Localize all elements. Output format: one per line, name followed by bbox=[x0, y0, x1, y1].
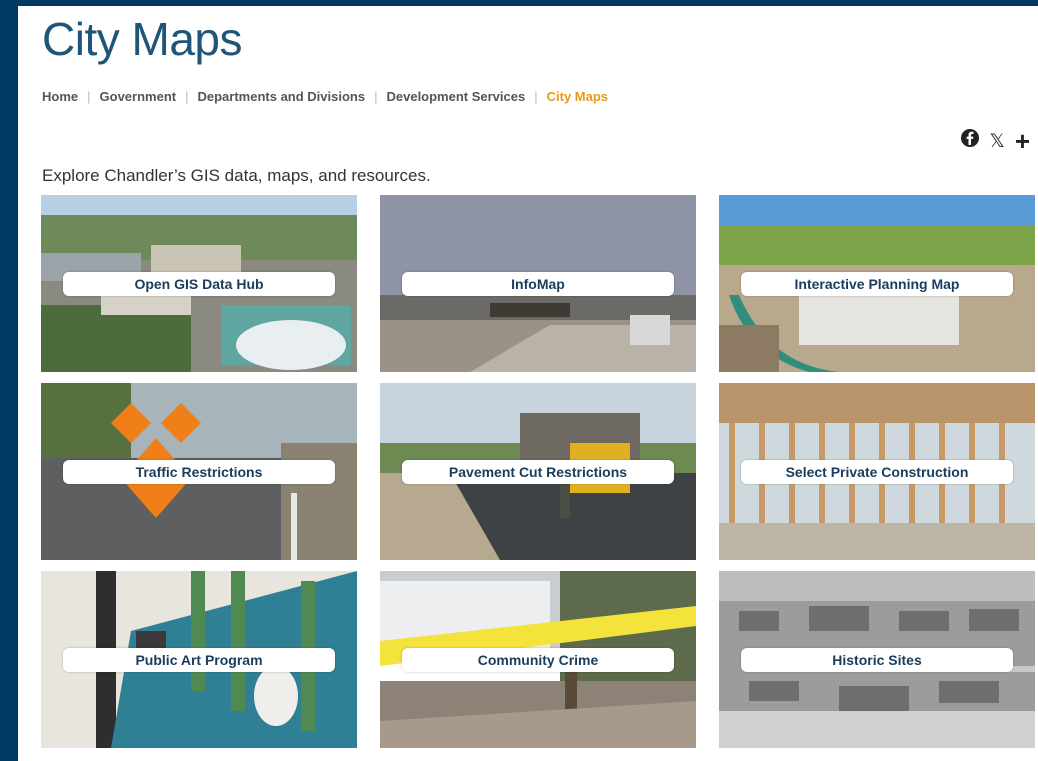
tile-label: Interactive Planning Map bbox=[741, 272, 1013, 296]
tile-label: Public Art Program bbox=[63, 648, 335, 672]
tile-label: Select Private Construction bbox=[741, 460, 1013, 484]
breadcrumb-development-services[interactable]: Development Services bbox=[386, 89, 525, 104]
plus-icon[interactable]: + bbox=[1015, 128, 1030, 154]
tile-select-private-construction[interactable]: Select Private Construction bbox=[719, 383, 1035, 560]
page-title: City Maps bbox=[42, 13, 242, 65]
tile-community-crime[interactable]: Community Crime bbox=[380, 571, 696, 748]
breadcrumb-current: City Maps bbox=[546, 89, 609, 104]
tile-interactive-planning-map[interactable]: Interactive Planning Map bbox=[719, 195, 1035, 372]
tile-label: Traffic Restrictions bbox=[63, 460, 335, 484]
tile-public-art-program[interactable]: Public Art Program bbox=[41, 571, 357, 748]
tile-infomap[interactable]: InfoMap bbox=[380, 195, 696, 372]
intro-text: Explore Chandler’s GIS data, maps, and r… bbox=[42, 166, 431, 185]
tile-pavement-cut-restrictions[interactable]: Pavement Cut Restrictions bbox=[380, 383, 696, 560]
page-content: City Maps Home | Government | Department… bbox=[18, 6, 1038, 761]
tile-label: Open GIS Data Hub bbox=[63, 272, 335, 296]
x-icon[interactable]: 𝕏 bbox=[990, 130, 1005, 152]
tile-label: Community Crime bbox=[402, 648, 674, 672]
breadcrumb-separator: | bbox=[534, 89, 538, 104]
breadcrumb-government[interactable]: Government bbox=[100, 89, 177, 104]
breadcrumb-home[interactable]: Home bbox=[42, 89, 78, 104]
tile-traffic-restrictions[interactable]: Traffic Restrictions bbox=[41, 383, 357, 560]
tile-open-gis-data-hub[interactable]: Open GIS Data Hub bbox=[41, 195, 357, 372]
breadcrumb-separator: | bbox=[87, 89, 91, 104]
tile-label: Pavement Cut Restrictions bbox=[402, 460, 674, 484]
breadcrumb-departments[interactable]: Departments and Divisions bbox=[197, 89, 365, 104]
tile-label: InfoMap bbox=[402, 272, 674, 296]
breadcrumb-separator: | bbox=[185, 89, 189, 104]
breadcrumb-separator: | bbox=[374, 89, 378, 104]
tile-historic-sites[interactable]: Historic Sites bbox=[719, 571, 1035, 748]
tile-label: Historic Sites bbox=[741, 648, 1013, 672]
breadcrumb: Home | Government | Departments and Divi… bbox=[42, 89, 608, 104]
browser-frame: City Maps Home | Government | Department… bbox=[0, 0, 1038, 761]
map-tile-grid: Open GIS Data Hub InfoMap Interactive Pl… bbox=[41, 195, 1038, 755]
share-toolbar: 𝕏 + bbox=[960, 128, 1030, 154]
facebook-icon[interactable] bbox=[960, 128, 980, 153]
